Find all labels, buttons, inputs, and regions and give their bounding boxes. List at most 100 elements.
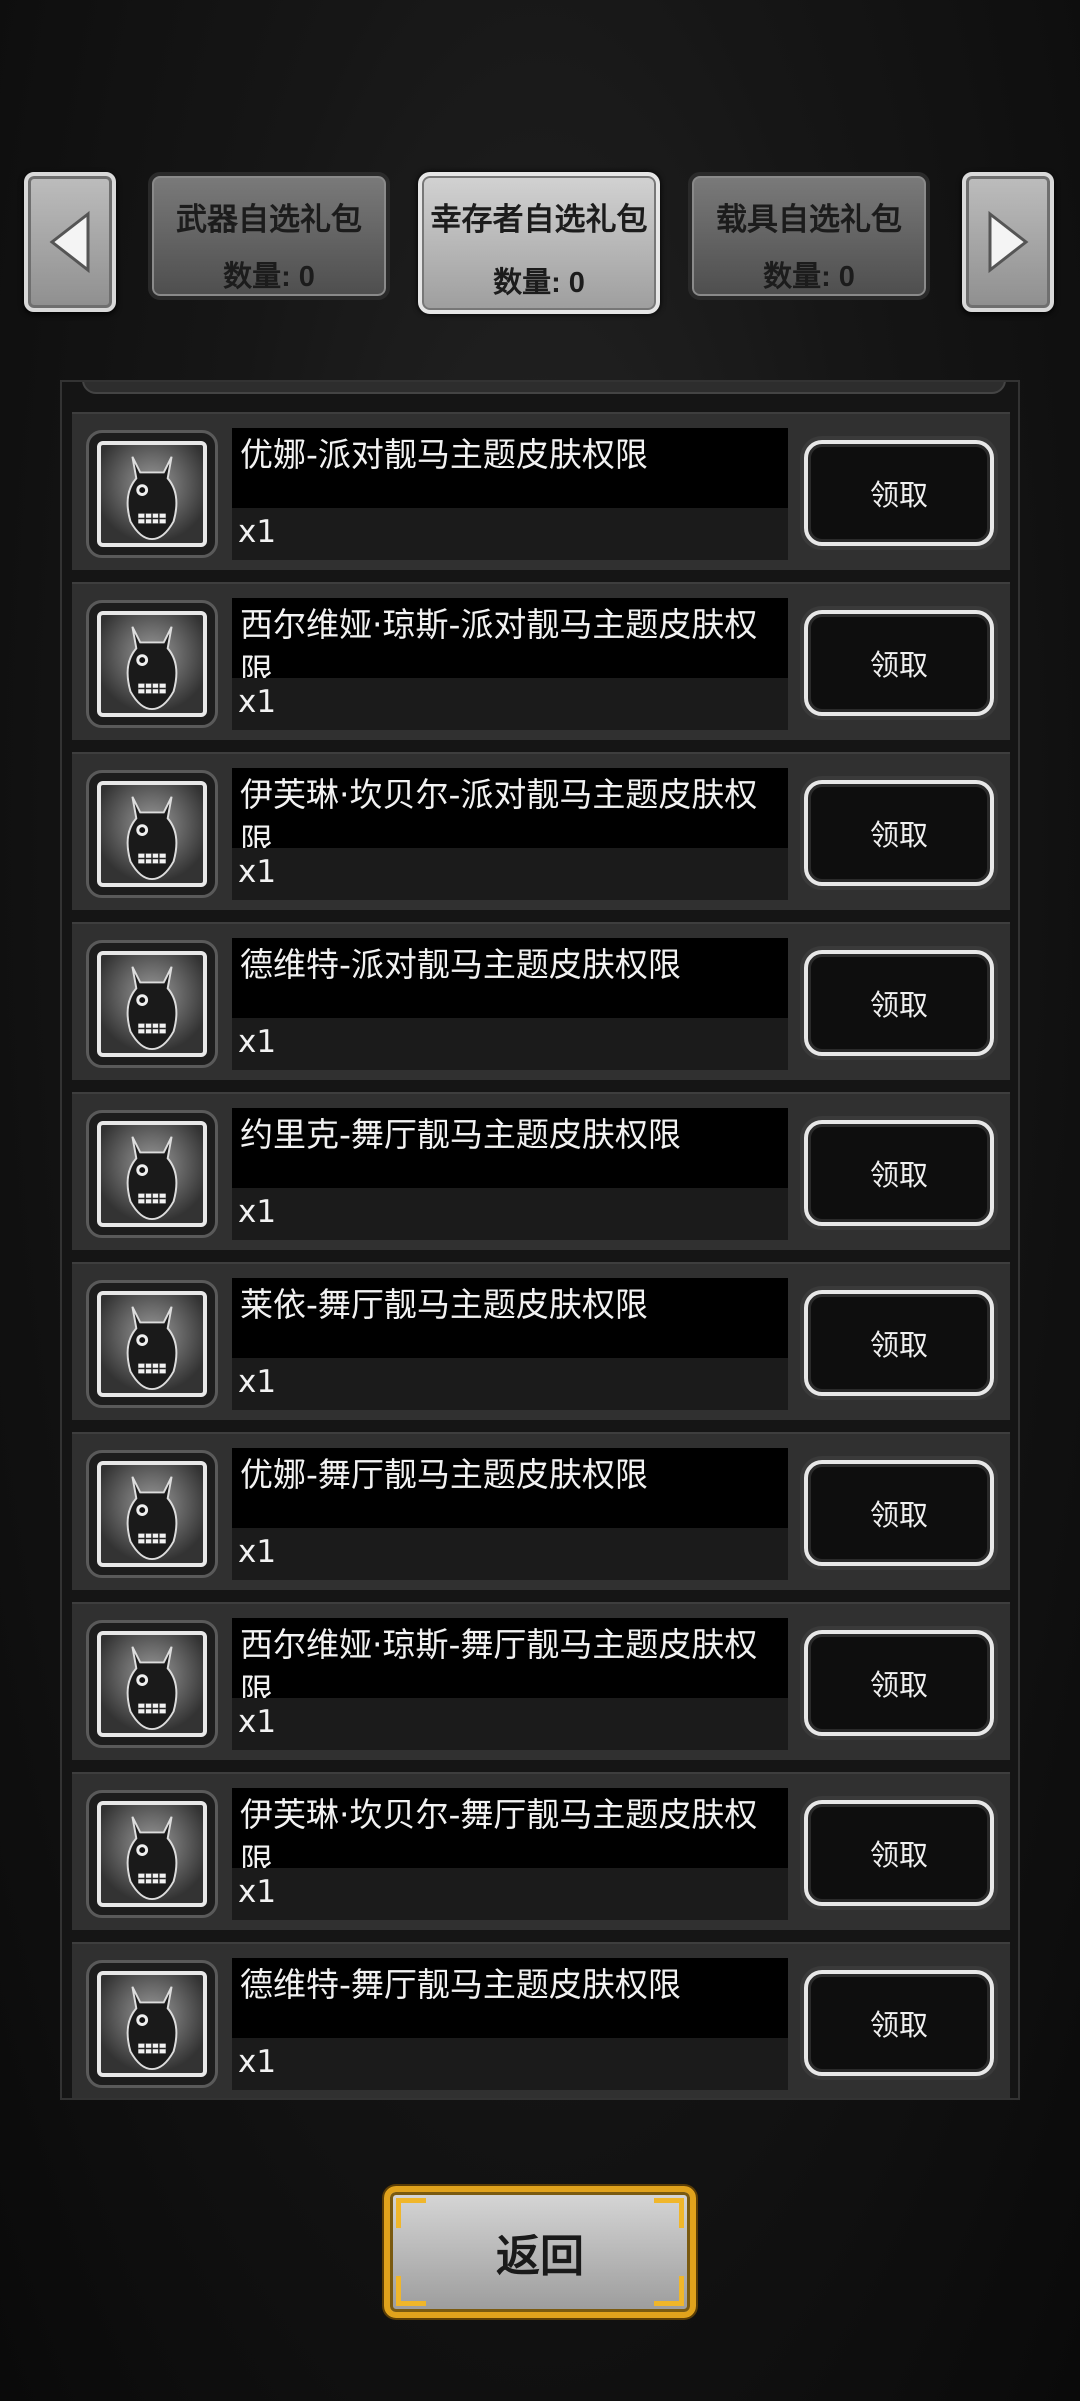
horse-mask-avatar-icon [126,456,178,541]
claim-button[interactable]: 领取 [804,1970,994,2076]
horse-mask-avatar-icon [126,626,178,711]
avatar-image [97,1801,207,1907]
avatar [86,770,218,898]
horse-mask-avatar-icon [126,1986,178,2071]
list-item: 莱依-舞厅靓马主题皮肤权限 x1 领取 [72,1262,1010,1420]
tab-count: 数量: 0 [223,261,315,293]
item-name-box: 伊芙琳·坎贝尔-舞厅靓马主题皮肤权限 [232,1788,788,1880]
item-quantity: x1 [238,1194,277,1230]
item-name: 优娜-舞厅靓马主题皮肤权限 [240,1455,648,1494]
item-quantity: x1 [238,2044,277,2080]
list-item: 德维特-舞厅靓马主题皮肤权限 x1 领取 [72,1942,1010,2098]
arrow-left-icon [49,210,90,274]
item-name-box: 德维特-派对靓马主题皮肤权限 [232,938,788,1018]
tab-label: 武器自选礼包 [176,202,362,237]
avatar [86,1960,218,2088]
list-scroll-edge [82,382,1006,394]
tab-vehicle-pack[interactable]: 载具自选礼包 数量: 0 [688,172,930,300]
claim-button[interactable]: 领取 [804,1460,994,1566]
next-tab-button[interactable] [962,172,1054,312]
claim-button[interactable]: 领取 [804,1800,994,1906]
horse-mask-avatar-icon [126,966,178,1051]
item-qty-box: x1 [232,508,788,560]
item-quantity: x1 [238,684,277,720]
ornament-corner [396,2276,426,2306]
list-item: 伊芙琳·坎贝尔-舞厅靓马主题皮肤权限 x1 领取 [72,1772,1010,1930]
item-name: 约里克-舞厅靓马主题皮肤权限 [240,1115,681,1154]
avatar-image [97,1291,207,1397]
horse-mask-avatar-icon [126,1306,178,1391]
prev-tab-button[interactable] [24,172,116,312]
tab-count: 数量: 0 [493,267,585,299]
item-qty-box: x1 [232,678,788,730]
list-item: 约里克-舞厅靓马主题皮肤权限 x1 领取 [72,1092,1010,1250]
pack-tab-bar: 武器自选礼包 数量: 0 幸存者自选礼包 数量: 0 载具自选礼包 数量: 0 [0,172,1080,315]
item-name-box: 优娜-舞厅靓马主题皮肤权限 [232,1448,788,1528]
claim-button[interactable]: 领取 [804,610,994,716]
item-quantity: x1 [238,854,277,890]
claim-button[interactable]: 领取 [804,1290,994,1396]
item-name-box: 德维特-舞厅靓马主题皮肤权限 [232,1958,788,2038]
claim-button[interactable]: 领取 [804,1630,994,1736]
tab-weapon-pack[interactable]: 武器自选礼包 数量: 0 [148,172,390,300]
item-qty-box: x1 [232,1528,788,1580]
item-name-box: 约里克-舞厅靓马主题皮肤权限 [232,1108,788,1188]
ornament-corner [396,2198,426,2228]
item-name: 莱依-舞厅靓马主题皮肤权限 [240,1285,648,1324]
gift-pack-screen: 武器自选礼包 数量: 0 幸存者自选礼包 数量: 0 载具自选礼包 数量: 0 … [0,0,1080,2401]
tab-label: 载具自选礼包 [716,202,902,237]
list-item: 优娜-舞厅靓马主题皮肤权限 x1 领取 [72,1432,1010,1590]
item-qty-box: x1 [232,1698,788,1750]
avatar [86,1620,218,1748]
skin-list-panel[interactable]: 优娜-派对靓马主题皮肤权限 x1 领取 西尔维娅·琼斯-派对靓马主题皮肤权限 x1 领取伊… [60,380,1020,2100]
item-qty-box: x1 [232,2038,788,2090]
avatar [86,1450,218,1578]
item-quantity: x1 [238,514,277,550]
horse-mask-avatar-icon [126,1136,178,1221]
avatar [86,1110,218,1238]
avatar-image [97,1971,207,2077]
arrow-right-icon [988,210,1029,274]
claim-button[interactable]: 领取 [804,780,994,886]
claim-button[interactable]: 领取 [804,1120,994,1226]
avatar [86,940,218,1068]
tab-survivor-pack[interactable]: 幸存者自选礼包 数量: 0 [418,172,660,314]
avatar-image [97,1631,207,1737]
list-item: 德维特-派对靓马主题皮肤权限 x1 领取 [72,922,1010,1080]
back-label: 返回 [496,2231,584,2282]
item-name: 优娜-派对靓马主题皮肤权限 [240,435,648,474]
avatar-image [97,781,207,887]
item-name-box: 优娜-派对靓马主题皮肤权限 [232,428,788,508]
back-button[interactable]: 返回 [384,2186,696,2318]
list-item: 优娜-派对靓马主题皮肤权限 x1 领取 [72,412,1010,570]
item-qty-box: x1 [232,1868,788,1920]
item-quantity: x1 [238,1874,277,1910]
item-quantity: x1 [238,1024,277,1060]
item-name-box: 西尔维娅·琼斯-派对靓马主题皮肤权限 [232,598,788,690]
item-name-box: 西尔维娅·琼斯-舞厅靓马主题皮肤权限 [232,1618,788,1710]
avatar-image [97,611,207,717]
horse-mask-avatar-icon [126,1816,178,1901]
claim-button[interactable]: 领取 [804,440,994,546]
list-item: 西尔维娅·琼斯-舞厅靓马主题皮肤权限 x1 领取 [72,1602,1010,1760]
horse-mask-avatar-icon [126,1646,178,1731]
item-quantity: x1 [238,1704,277,1740]
ornament-corner [654,2198,684,2228]
claim-button[interactable]: 领取 [804,950,994,1056]
item-name-box: 莱依-舞厅靓马主题皮肤权限 [232,1278,788,1358]
horse-mask-avatar-icon [126,796,178,881]
avatar-image [97,1121,207,1227]
list-item: 伊芙琳·坎贝尔-派对靓马主题皮肤权限 x1 领取 [72,752,1010,910]
avatar-image [97,951,207,1057]
item-name: 德维特-舞厅靓马主题皮肤权限 [240,1965,681,2004]
item-name: 德维特-派对靓马主题皮肤权限 [240,945,681,984]
tab-label: 幸存者自选礼包 [430,202,648,237]
avatar [86,600,218,728]
item-name-box: 伊芙琳·坎贝尔-派对靓马主题皮肤权限 [232,768,788,860]
item-quantity: x1 [238,1534,277,1570]
item-qty-box: x1 [232,848,788,900]
list-item: 西尔维娅·琼斯-派对靓马主题皮肤权限 x1 领取 [72,582,1010,740]
item-qty-box: x1 [232,1188,788,1240]
horse-mask-avatar-icon [126,1476,178,1561]
item-qty-box: x1 [232,1018,788,1070]
